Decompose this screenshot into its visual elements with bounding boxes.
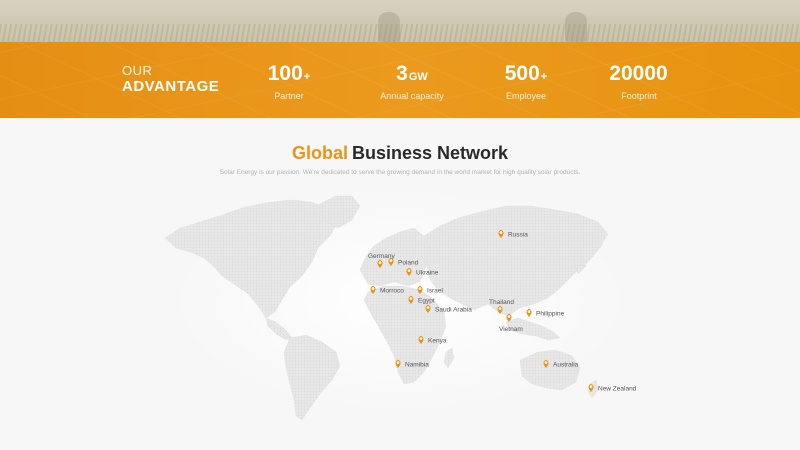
location-label: Australia xyxy=(553,362,579,369)
location-label: Thailand xyxy=(489,299,514,306)
location-label: Israel xyxy=(427,288,443,295)
location-marker-philippine[interactable]: Philippine xyxy=(526,308,565,318)
location-label: Poland xyxy=(398,260,419,267)
map-pin-icon xyxy=(526,308,532,317)
australia-shape xyxy=(519,349,581,391)
location-label: Philippine xyxy=(536,311,565,318)
south-america-shape xyxy=(283,334,341,421)
central-america-shape xyxy=(265,317,293,341)
location-label: Vietnam xyxy=(499,326,523,333)
location-label: Namibia xyxy=(405,362,429,369)
location-label: Saudi Arabia xyxy=(435,307,472,314)
location-label: Kenya xyxy=(428,338,447,345)
world-map: Russia Germany Poland Ukraine Morroco Is… xyxy=(164,195,637,421)
location-label: New Zealand xyxy=(598,386,637,393)
location-label: Egypt xyxy=(418,298,435,305)
location-label: Morroco xyxy=(380,288,404,295)
north-america-shape xyxy=(164,199,339,319)
madagascar-shape xyxy=(443,347,455,369)
continents xyxy=(164,195,609,421)
location-label: Russia xyxy=(508,232,528,239)
location-label: Ukraine xyxy=(416,270,439,277)
